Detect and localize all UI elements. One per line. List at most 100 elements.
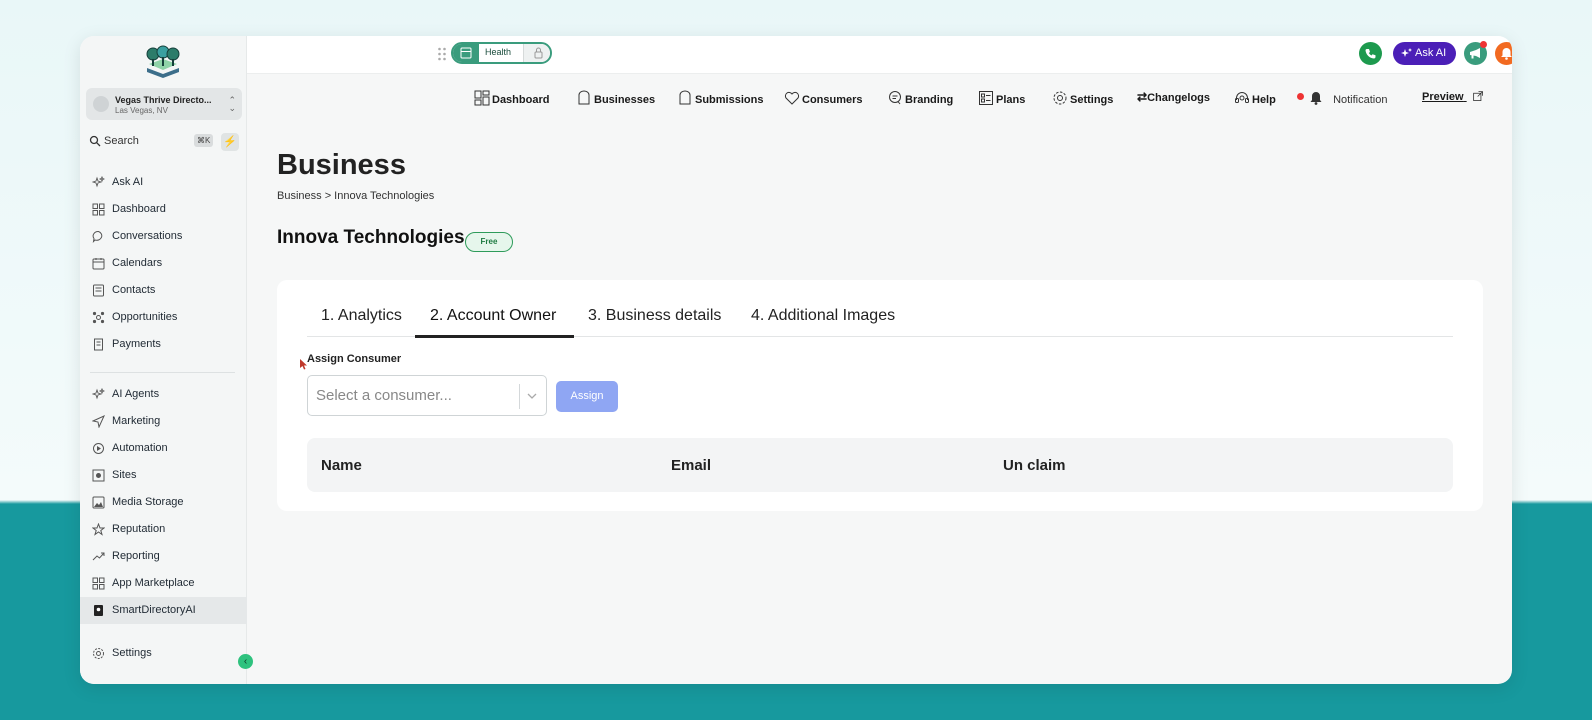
book-icon — [94, 605, 103, 616]
dirnav-consumers[interactable]: Consumers — [784, 90, 863, 106]
business-detail-card: 1. Analytics 2. Account Owner 3. Busines… — [277, 280, 1483, 511]
health-toggle[interactable]: Health — [451, 42, 552, 64]
star-icon — [92, 523, 105, 536]
lock-icon — [523, 44, 550, 62]
sidebar-item-label: Automation — [112, 442, 168, 454]
sidebar-item-reporting[interactable]: Reporting — [80, 543, 247, 570]
business-name-heading: Innova Technologies — [277, 227, 465, 248]
globe-icon — [92, 469, 105, 482]
contact-card-icon — [93, 284, 104, 297]
external-link-icon — [1472, 91, 1483, 101]
dirnav-label: Branding — [905, 94, 954, 106]
phone-icon[interactable] — [1359, 42, 1382, 65]
sidebar-item-opportunities[interactable]: Opportunities — [80, 304, 247, 331]
health-dashboard-icon — [453, 44, 479, 62]
tab-account-owner[interactable]: 2. Account Owner — [430, 307, 556, 325]
sidebar-item-label: App Marketplace — [112, 577, 195, 589]
branding-chat-icon — [889, 91, 901, 105]
sidebar-item-ai-agents[interactable]: AI Agents — [80, 381, 247, 408]
dirnav-branding[interactable]: Branding — [887, 90, 953, 106]
app-window: Vegas Thrive Directo... Las Vegas, NV ⌃ ⌄… — [80, 36, 1512, 684]
collapse-sidebar-chevron-left-icon[interactable]: ‹ — [238, 654, 253, 669]
column-header-name: Name — [321, 457, 362, 474]
dirnav-settings[interactable]: Settings — [1052, 90, 1113, 106]
bell-icon[interactable] — [1495, 42, 1512, 65]
chevron-down-icon[interactable] — [526, 390, 538, 402]
sidebar-item-automation[interactable]: Automation — [80, 435, 247, 462]
sidebar-item-label: SmartDirectoryAI — [112, 604, 196, 616]
location-switcher[interactable]: Vegas Thrive Directo... Las Vegas, NV ⌃ ⌄ — [86, 88, 242, 120]
dirnav-preview-link[interactable]: Preview — [1422, 90, 1487, 103]
location-name: Vegas Thrive Directo... — [115, 95, 212, 105]
tab-analytics[interactable]: 1. Analytics — [321, 307, 402, 325]
swap-arrows-icon: ⇄ — [1137, 90, 1148, 104]
top-bar: Health Ask AI ? TG — [247, 36, 1512, 74]
consumer-table-header: Name Email Un claim — [307, 438, 1453, 492]
assign-consumer-label: Assign Consumer — [307, 353, 402, 365]
sidebar-item-settings[interactable]: Settings — [80, 640, 247, 667]
submissions-icon — [679, 90, 691, 105]
sidebar-item-media-storage[interactable]: Media Storage — [80, 489, 247, 516]
sidebar-item-label: Dashboard — [112, 203, 166, 215]
sidebar-item-label: Marketing — [112, 415, 161, 427]
dirnav-businesses[interactable]: Businesses — [576, 90, 655, 106]
drag-handle-icon[interactable] — [437, 46, 447, 62]
sidebar-item-label: Reputation — [112, 523, 166, 535]
ask-ai-button[interactable]: Ask AI — [1393, 42, 1456, 65]
sidebar-nav-footer: Settings — [80, 640, 247, 667]
plan-badge: Free — [465, 232, 513, 252]
calendar-icon — [92, 258, 105, 270]
consumer-select[interactable]: Select a consumer... — [307, 375, 547, 416]
receipt-icon — [94, 338, 103, 351]
location-avatar — [93, 96, 109, 112]
sidebar-item-reputation[interactable]: Reputation — [80, 516, 247, 543]
dirnav-help[interactable]: Help — [1234, 90, 1276, 106]
dirnav-dashboard[interactable]: Dashboard — [474, 90, 549, 106]
gear-icon — [1053, 91, 1067, 105]
chat-bubble-icon — [92, 231, 103, 243]
sidebar-item-dashboard[interactable]: Dashboard — [80, 196, 247, 223]
headset-icon — [1235, 92, 1249, 103]
sidebar-nav-secondary: AI Agents Marketing Automation Sites Med… — [80, 381, 247, 624]
sidebar-search[interactable]: Search ⌘K — [86, 132, 216, 151]
dirnav-label: Submissions — [695, 94, 764, 106]
dirnav-label: Preview — [1422, 91, 1464, 103]
quick-action-bolt-icon[interactable]: ⚡ — [221, 133, 239, 151]
tab-bar: 1. Analytics 2. Account Owner 3. Busines… — [307, 300, 1453, 338]
sidebar-item-contacts[interactable]: Contacts — [80, 277, 247, 304]
sidebar-item-label: AI Agents — [112, 388, 160, 400]
sidebar-item-marketing[interactable]: Marketing — [80, 408, 247, 435]
sidebar-item-smartdirectoryai[interactable]: SmartDirectoryAI — [80, 597, 247, 624]
sidebar-item-ask-ai[interactable]: Ask AI — [80, 169, 247, 196]
column-header-unclaim: Un claim — [1003, 457, 1066, 474]
assign-button[interactable]: Assign — [556, 381, 618, 412]
sparkle-icon — [1401, 48, 1412, 57]
sidebar-item-sites[interactable]: Sites — [80, 462, 247, 489]
sidebar-item-label: Payments — [112, 338, 161, 350]
dirnav-notification[interactable]: Notification — [1308, 90, 1387, 106]
sidebar-nav-primary: Ask AI Dashboard Conversations Calendars… — [80, 169, 247, 358]
automation-icon — [93, 443, 104, 454]
consumer-select-placeholder: Select a consumer... — [316, 387, 452, 404]
tab-additional-images[interactable]: 4. Additional Images — [751, 307, 895, 325]
dirnav-submissions[interactable]: Submissions — [677, 90, 763, 106]
tab-business-details[interactable]: 3. Business details — [588, 307, 721, 325]
ask-ai-label: Ask AI — [1415, 47, 1447, 59]
sidebar-item-app-marketplace[interactable]: App Marketplace — [80, 570, 247, 597]
sparkle-icon — [92, 388, 105, 400]
dirnav-plans[interactable]: Plans — [978, 90, 1025, 106]
sidebar-item-conversations[interactable]: Conversations — [80, 223, 247, 250]
sidebar-item-calendars[interactable]: Calendars — [80, 250, 247, 277]
company-logo — [146, 45, 180, 78]
search-label: Search — [104, 135, 139, 147]
sidebar-item-label: Settings — [112, 647, 152, 659]
select-separator — [519, 384, 520, 409]
sidebar-item-payments[interactable]: Payments — [80, 331, 247, 358]
breadcrumb[interactable]: Business > Innova Technologies — [277, 190, 434, 202]
mouse-cursor-icon — [300, 359, 307, 370]
sidebar-item-label: Sites — [112, 469, 137, 481]
dirnav-label: Notification — [1333, 94, 1388, 106]
dashboard-icon — [474, 90, 490, 106]
heart-icon — [784, 91, 800, 105]
dirnav-changelogs[interactable]: ⇄Changelogs — [1137, 90, 1210, 104]
